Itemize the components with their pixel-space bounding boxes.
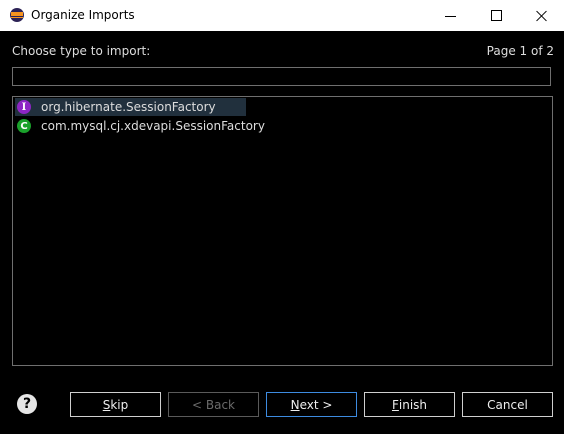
finish-mnemonic: F bbox=[391, 397, 399, 412]
minimize-button[interactable] bbox=[428, 0, 473, 31]
page-indicator: Page 1 of 2 bbox=[486, 44, 554, 58]
eclipse-icon bbox=[10, 8, 24, 22]
minimize-icon bbox=[445, 15, 456, 17]
finish-label: inish bbox=[398, 397, 428, 412]
list-item[interactable]: I org.hibernate.SessionFactory bbox=[15, 98, 246, 116]
next-label: ext > bbox=[299, 397, 333, 412]
cancel-label: Cancel bbox=[487, 397, 528, 412]
back-button[interactable]: < Back bbox=[168, 392, 259, 417]
maximize-icon bbox=[491, 10, 502, 21]
prompt-label: Choose type to import: bbox=[12, 44, 151, 58]
finish-button[interactable]: Finish bbox=[364, 392, 455, 417]
list-item-label: org.hibernate.SessionFactory bbox=[41, 100, 216, 114]
type-list[interactable]: I org.hibernate.SessionFactory C com.mys… bbox=[12, 96, 553, 366]
title-bar: Organize Imports bbox=[0, 0, 564, 31]
list-item[interactable]: C com.mysql.cj.xdevapi.SessionFactory bbox=[15, 117, 315, 135]
help-icon[interactable]: ? bbox=[17, 394, 37, 414]
class-icon: C bbox=[17, 119, 31, 133]
skip-label: kip bbox=[110, 397, 129, 412]
maximize-button[interactable] bbox=[474, 0, 519, 31]
skip-button[interactable]: Skip bbox=[70, 392, 161, 417]
close-icon bbox=[536, 10, 548, 22]
skip-mnemonic: S bbox=[102, 397, 111, 412]
close-button[interactable] bbox=[519, 0, 564, 31]
next-mnemonic: N bbox=[290, 397, 300, 412]
interface-icon: I bbox=[17, 100, 31, 114]
cancel-button[interactable]: Cancel bbox=[462, 392, 553, 417]
back-label: < Back bbox=[191, 397, 235, 412]
list-item-label: com.mysql.cj.xdevapi.SessionFactory bbox=[41, 119, 265, 133]
window-title: Organize Imports bbox=[31, 8, 135, 22]
next-button[interactable]: Next > bbox=[266, 392, 357, 417]
type-filter-input[interactable] bbox=[12, 67, 551, 86]
